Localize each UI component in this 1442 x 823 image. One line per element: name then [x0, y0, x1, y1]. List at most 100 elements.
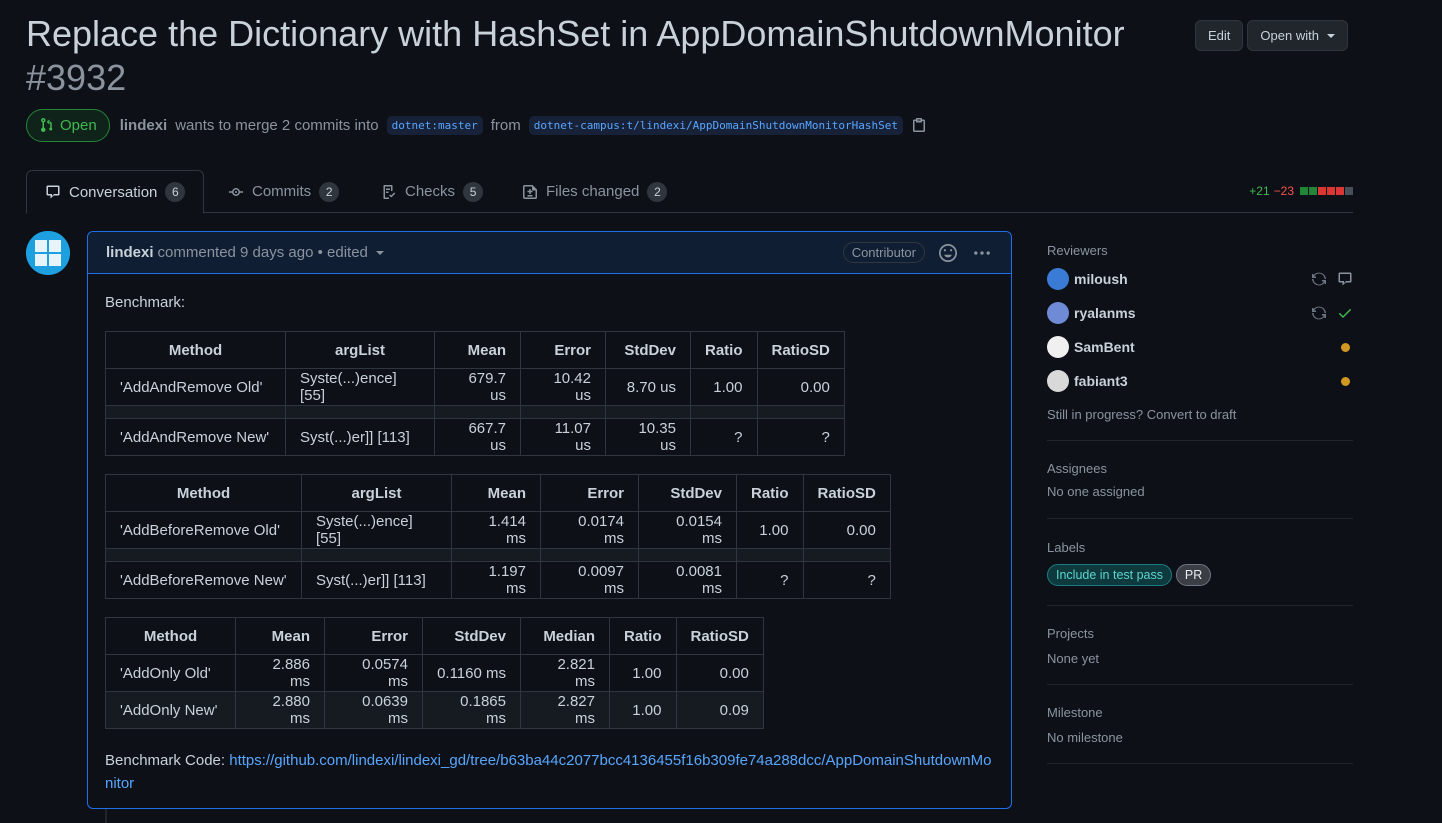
table-row: 'AddOnly New' 2.880 ms 0.0639 ms 0.1865 … [105, 691, 764, 729]
from-text: from [490, 116, 521, 134]
avatar[interactable] [1047, 302, 1069, 324]
reviewer-row: miloush [1047, 262, 1353, 296]
reviewer-row: SamBent [1047, 330, 1353, 364]
diffstat: +21 −23 [1249, 184, 1353, 198]
table-cell: 11.07 us [520, 418, 606, 456]
sync-icon[interactable] [1311, 271, 1327, 287]
table-row: 'AddBeforeRemove Old' Syste(...)ence] [5… [105, 511, 891, 549]
table-separator-row [105, 405, 845, 419]
chevron-down-icon[interactable] [375, 250, 384, 255]
reviewer-name[interactable]: fabiant3 [1074, 373, 1128, 389]
merge-text: wants to merge 2 commits into [175, 116, 379, 134]
commit-icon [229, 187, 243, 196]
table-cell: 667.7 us [434, 418, 521, 456]
assignees-title[interactable]: Assignees [1047, 461, 1353, 476]
table-cell: 0.0174 ms [540, 511, 639, 549]
comment-author[interactable]: lindexi [106, 244, 154, 261]
benchmark-code-label: Benchmark Code: [105, 752, 226, 769]
tab-conversation[interactable]: Conversation 6 [26, 170, 205, 214]
table-cell: 0.0154 ms [638, 511, 737, 549]
edit-button[interactable]: Edit [1195, 20, 1244, 51]
table-cell: Syst(...)er]] [113] [301, 561, 452, 599]
diffstat-block [1300, 187, 1308, 195]
table-cell: ? [756, 418, 845, 456]
milestone-title[interactable]: Milestone [1047, 705, 1353, 720]
table-header: StdDev [605, 331, 691, 369]
base-branch[interactable]: dotnet:master [386, 115, 483, 135]
avatar[interactable] [1047, 268, 1069, 290]
reviewer-name[interactable]: ryalanms [1074, 305, 1135, 321]
convert-to-draft-link[interactable]: Still in progress? Convert to draft [1047, 407, 1353, 422]
table-header: Ratio [609, 617, 677, 655]
git-pull-request-icon [41, 118, 53, 132]
table-header: argList [301, 474, 452, 512]
table-cell: Syst(...)er]] [113] [285, 418, 435, 456]
benchmark-code-link[interactable]: https://github.com/lindexi/lindexi_gd/tr… [105, 752, 991, 792]
check-icon [1339, 309, 1351, 318]
table-row: 'AddAndRemove New' Syst(...)er]] [113] 6… [105, 418, 845, 456]
chevron-down-icon [1326, 33, 1335, 38]
head-branch[interactable]: dotnet-campus:t/lindexi/AppDomainShutdow… [528, 115, 903, 135]
tab-files-changed[interactable]: Files changed 2 [504, 170, 685, 213]
reviewers-section: Reviewers miloush ryalanms SamBent fabia… [1047, 243, 1353, 441]
table-header: Mean [235, 617, 325, 655]
table-cell: 'AddOnly Old' [105, 654, 236, 692]
table-header: StdDev [422, 617, 521, 655]
diffstat-additions: +21 [1249, 184, 1270, 198]
reviewers-title[interactable]: Reviewers [1047, 243, 1353, 258]
avatar[interactable] [26, 231, 70, 275]
table-cell: 0.1160 ms [422, 654, 521, 692]
kebab-horizontal-icon[interactable] [971, 242, 993, 264]
label-include-in-test-pass[interactable]: Include in test pass [1047, 564, 1173, 586]
avatar[interactable] [1047, 370, 1069, 392]
benchmark-code-line: Benchmark Code: https://github.com/linde… [105, 749, 994, 795]
sync-icon[interactable] [1311, 305, 1327, 321]
table-header: Method [105, 617, 236, 655]
table-cell: 1.00 [609, 691, 677, 729]
tab-commits[interactable]: Commits 2 [210, 170, 357, 213]
tab-checks[interactable]: Checks 5 [363, 170, 501, 213]
table-row: 'AddBeforeRemove New' Syst(...)er]] [113… [105, 561, 891, 599]
pr-tabs: Conversation 6 Commits 2 Checks 5 Files … [26, 170, 1353, 214]
table-cell: 1.414 ms [451, 511, 541, 549]
reviewer-name[interactable]: miloush [1074, 271, 1128, 287]
reviewer-name[interactable]: SamBent [1074, 339, 1135, 355]
table-cell: 8.70 us [605, 368, 691, 406]
checklist-icon [383, 184, 396, 199]
table-header-row: Method argList Mean Error StdDev Ratio R… [105, 331, 845, 369]
tab-label: Commits [252, 183, 312, 200]
comment-intro: Benchmark: [105, 294, 186, 311]
open-with-button[interactable]: Open with [1247, 20, 1348, 51]
table-header: Method [105, 331, 286, 369]
labels-title[interactable]: Labels [1047, 540, 1353, 555]
projects-title[interactable]: Projects [1047, 626, 1353, 641]
pr-author[interactable]: lindexi [120, 117, 168, 134]
pending-dot-icon [1341, 342, 1350, 352]
header-actions: Edit Open with [1195, 20, 1348, 51]
pr-title-text: Replace the Dictionary with HashSet in A… [26, 13, 1125, 54]
table-header-row: Method Mean Error StdDev Median Ratio Ra… [105, 617, 764, 655]
table-cell: 2.821 ms [520, 654, 610, 692]
table-cell: 'AddBeforeRemove New' [105, 561, 302, 599]
copy-icon[interactable] [911, 117, 927, 133]
label-pr[interactable]: PR [1175, 564, 1212, 586]
table-header: Median [520, 617, 610, 655]
diffstat-block [1336, 187, 1344, 195]
diffstat-block [1345, 187, 1353, 195]
benchmark-table-1: Method argList Mean Error StdDev Ratio R… [105, 331, 845, 456]
table-cell: 0.0081 ms [638, 561, 737, 599]
table-cell: 0.0639 ms [324, 691, 423, 729]
diffstat-block [1318, 187, 1326, 195]
table-cell: 2.827 ms [520, 691, 610, 729]
benchmark-table-3: Method Mean Error StdDev Median Ratio Ra… [105, 617, 764, 729]
comment-meta[interactable]: commented 9 days ago • edited [158, 244, 368, 261]
contributor-badge: Contributor [842, 242, 925, 263]
comment-header: lindexi commented 9 days ago • edited Co… [88, 232, 1011, 274]
smiley-icon[interactable] [937, 242, 959, 264]
table-header: Method [105, 474, 302, 512]
table-cell: 'AddAndRemove New' [105, 418, 286, 456]
avatar[interactable] [1047, 336, 1069, 358]
table-header: RatioSD [675, 617, 764, 655]
diffstat-blocks [1300, 187, 1353, 195]
table-cell: 679.7 us [434, 368, 521, 406]
